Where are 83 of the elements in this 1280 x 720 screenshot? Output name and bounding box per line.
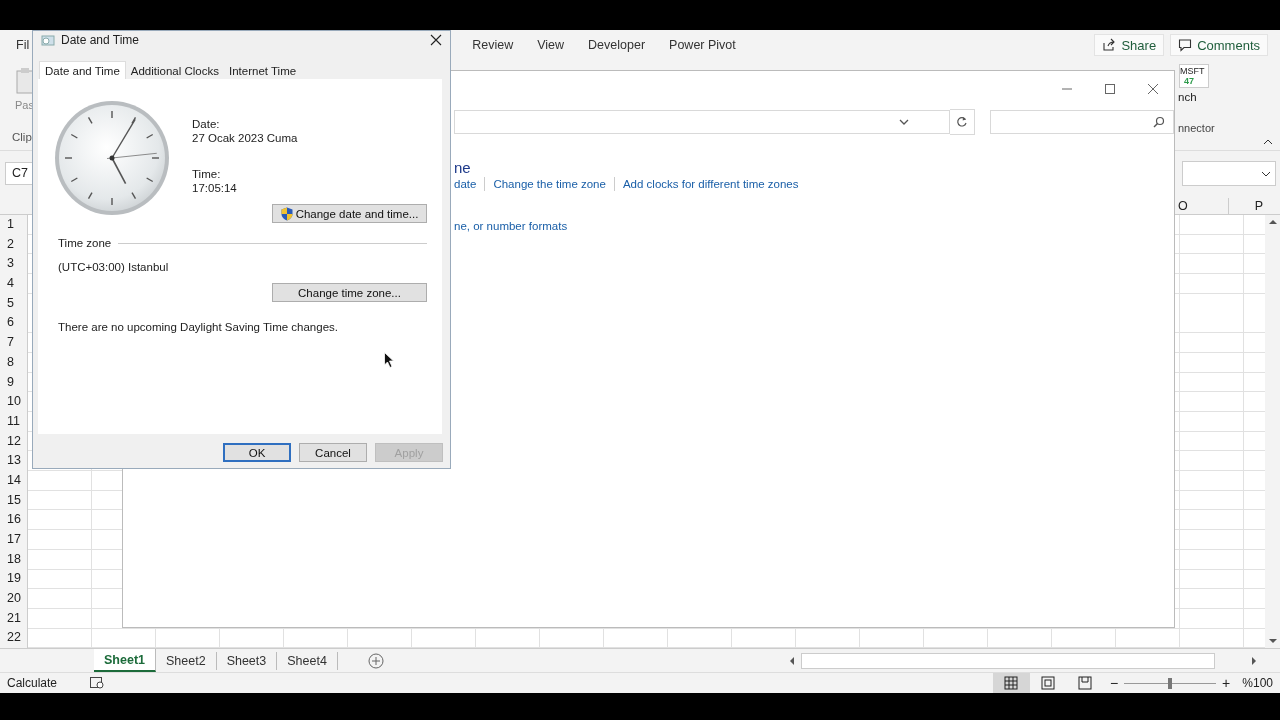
refresh-icon bbox=[956, 116, 968, 128]
row-header[interactable]: 5 bbox=[0, 293, 27, 314]
group-label: Time zone bbox=[58, 236, 112, 250]
row-header[interactable]: 21 bbox=[0, 608, 27, 629]
page-icon bbox=[1041, 676, 1056, 690]
window-title: Date and Time bbox=[61, 33, 140, 47]
chevron-icon bbox=[1261, 170, 1271, 177]
row-header[interactable]: 4 bbox=[0, 274, 27, 294]
dialog-button[interactable]: OK bbox=[223, 443, 291, 462]
row-header[interactable]: 16 bbox=[0, 510, 27, 530]
collapse-icon[interactable] bbox=[1263, 139, 1273, 145]
search-icon bbox=[1153, 116, 1165, 128]
task-link[interactable]: ne, or number formats bbox=[454, 220, 568, 232]
row-header[interactable]: 19 bbox=[0, 569, 27, 590]
view-button[interactable] bbox=[992, 673, 1030, 693]
row-header[interactable]: 13 bbox=[0, 451, 27, 471]
row-header[interactable]: 7 bbox=[0, 333, 27, 353]
share-button[interactable]: Share bbox=[1094, 34, 1165, 56]
sheet-tab[interactable]: Sheet2 bbox=[156, 651, 217, 670]
row-header[interactable]: 20 bbox=[0, 589, 27, 609]
group-label: Clip bbox=[12, 131, 33, 143]
row-header[interactable]: 15 bbox=[0, 490, 27, 511]
row-header[interactable]: 3 bbox=[0, 254, 27, 275]
tab[interactable]: Date and Time bbox=[39, 61, 126, 79]
time-zone-value: (UTC+03:00) Istanbul bbox=[58, 260, 169, 274]
zoom-out-button[interactable]: − bbox=[1109, 675, 1119, 691]
maximize-icon[interactable] bbox=[1104, 82, 1116, 95]
row-header[interactable]: 22 bbox=[0, 628, 27, 649]
date-value: 27 Ocak 2023 Cuma bbox=[192, 131, 298, 145]
comments-button[interactable]: Comments bbox=[1170, 34, 1268, 56]
change-time-zone-button[interactable]: Change time zone... bbox=[272, 283, 427, 302]
ribbon-tab[interactable]: Power Pivot bbox=[669, 38, 736, 52]
ribbon-tab[interactable]: Developer bbox=[588, 38, 646, 52]
shield-icon bbox=[280, 206, 293, 221]
row-header[interactable]: 9 bbox=[0, 372, 27, 393]
sheet-tab[interactable]: Sheet4 bbox=[277, 651, 338, 670]
stock-value: 47 bbox=[1183, 76, 1194, 86]
macro-icon[interactable] bbox=[90, 677, 105, 689]
grid-icon bbox=[1004, 676, 1019, 690]
chevron-icon[interactable] bbox=[899, 119, 910, 125]
sheet-tab[interactable]: Sheet3 bbox=[216, 651, 278, 670]
time-value: 17:05:14 bbox=[192, 181, 237, 195]
column-header[interactable]: P bbox=[1229, 198, 1263, 214]
cursor-icon bbox=[384, 352, 394, 368]
stock-tile[interactable]: MSFT 47 bbox=[1179, 64, 1209, 88]
zoom-in-button[interactable]: + bbox=[1222, 675, 1231, 691]
time-label: Time: bbox=[192, 167, 221, 181]
row-header[interactable]: 8 bbox=[0, 352, 27, 373]
comment-icon bbox=[1178, 38, 1193, 52]
clock-calendar-icon bbox=[41, 34, 55, 46]
row-header[interactable]: 2 bbox=[0, 234, 27, 255]
task-link[interactable]: date bbox=[454, 178, 477, 190]
row-header[interactable]: 18 bbox=[0, 549, 27, 570]
zoom-level[interactable]: %100 bbox=[1242, 676, 1273, 690]
sheet-tab[interactable]: Sheet1 bbox=[94, 649, 156, 672]
ribbon-tab[interactable]: Review bbox=[472, 38, 514, 52]
task-link[interactable]: Change the time zone bbox=[493, 178, 606, 190]
row-header[interactable]: 12 bbox=[0, 431, 27, 452]
search-field[interactable] bbox=[989, 110, 1174, 134]
dialog-button[interactable]: Cancel bbox=[299, 443, 367, 462]
change-date-time-button[interactable]: Change date and time... bbox=[272, 204, 427, 223]
close-icon[interactable] bbox=[430, 34, 442, 46]
section-heading: ne bbox=[454, 159, 471, 176]
page-break-icon bbox=[1078, 676, 1093, 690]
group-label: nnector bbox=[1178, 122, 1216, 134]
add-sheet-icon[interactable] bbox=[367, 652, 384, 669]
status-text: Calculate bbox=[7, 676, 58, 690]
task-link[interactable]: Add clocks for different time zones bbox=[622, 178, 799, 190]
row-header[interactable]: 1 bbox=[0, 215, 27, 235]
ribbon-tab[interactable]: Fil bbox=[16, 38, 30, 52]
date-label: Date: bbox=[192, 117, 220, 131]
share-icon bbox=[1102, 38, 1117, 52]
row-header[interactable]: 11 bbox=[0, 411, 27, 432]
scroll-down-icon[interactable] bbox=[1268, 639, 1277, 644]
row-header[interactable]: 17 bbox=[0, 530, 27, 550]
row-header[interactable]: 6 bbox=[0, 313, 27, 334]
row-header[interactable]: 14 bbox=[0, 470, 27, 491]
scroll-up-icon[interactable] bbox=[1268, 219, 1277, 224]
dst-note: There are no upcoming Daylight Saving Time changes. bbox=[58, 320, 338, 334]
row-header[interactable]: 10 bbox=[0, 392, 27, 412]
stock-symbol: MSFT bbox=[1180, 66, 1205, 76]
ribbon-button[interactable]: nch bbox=[1178, 91, 1280, 103]
ribbon-tab[interactable]: View bbox=[537, 38, 565, 52]
